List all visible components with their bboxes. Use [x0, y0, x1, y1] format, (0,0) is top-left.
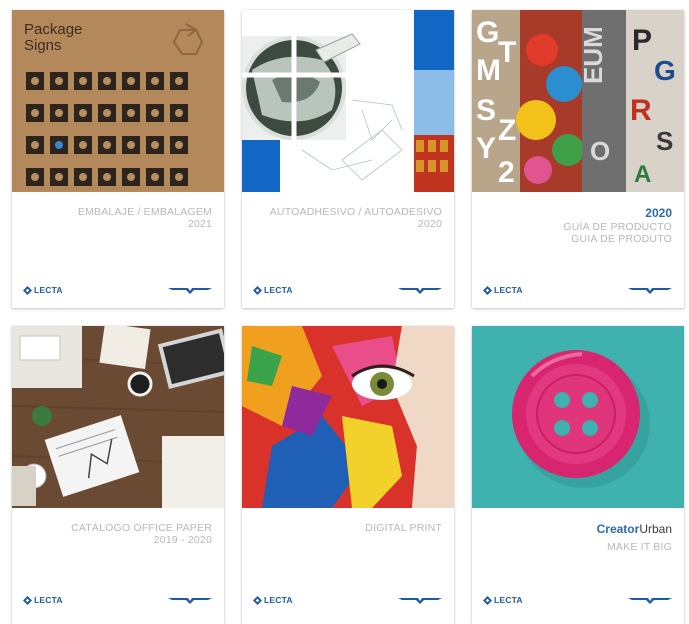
caption-line: 2020	[417, 218, 442, 230]
svg-text:A: A	[634, 161, 651, 188]
svg-text:2: 2	[498, 156, 515, 189]
lecta-logo-icon: LECTA	[483, 284, 523, 296]
catalog-caption: DIGITAL PRINT	[242, 522, 454, 534]
cover-painted-face	[242, 326, 454, 508]
catalog-caption: 2020 GUÍA DE PRODUCTO GUIA DE PRODUTO	[472, 206, 684, 245]
catalog-caption: EMBALAJE / EMBALAGEM 2021	[12, 206, 224, 230]
caption-line: AUTOADHESIVO / AUTOADESIVO	[269, 206, 442, 218]
svg-text:EUM: EUM	[578, 26, 608, 84]
cover-autoadhesivo	[242, 10, 454, 192]
svg-text:T: T	[498, 36, 516, 69]
svg-text:G: G	[654, 55, 676, 86]
catalog-card-digital-print[interactable]: DIGITAL PRINT LECTA	[242, 326, 454, 624]
catalog-card-embalaje[interactable]: Package Signs EMBALAJE / EMBALAGEM 2021 …	[12, 10, 224, 308]
cover-package-signs: Package Signs	[12, 10, 224, 192]
caption-line: MAKE IT BIG	[606, 541, 672, 553]
svg-text:P: P	[632, 24, 652, 57]
svg-text:S: S	[476, 94, 496, 127]
wings-logo-icon	[168, 288, 212, 294]
svg-text:S: S	[656, 126, 673, 156]
wings-logo-icon	[168, 598, 212, 604]
svg-text:G: G	[476, 16, 499, 49]
lecta-logo-icon: LECTA	[483, 594, 523, 606]
caption-line: CATÁLOGO OFFICE PAPER	[71, 522, 212, 534]
catalog-card-autoadhesivo[interactable]: AUTOADHESIVO / AUTOADESIVO 2020 LECTA	[242, 10, 454, 308]
wings-logo-icon	[398, 288, 442, 294]
catalog-caption: AUTOADHESIVO / AUTOADESIVO 2020	[242, 206, 454, 230]
caption-line: GUÍA DE PRODUCTO	[563, 221, 672, 233]
lecta-logo-icon: LECTA	[23, 594, 63, 606]
catalog-card-creator-urban[interactable]: CreatorUrban MAKE IT BIG LECTA	[472, 326, 684, 624]
wings-logo-icon	[398, 598, 442, 604]
lecta-logo-icon: LECTA	[253, 284, 293, 296]
catalog-caption: CreatorUrban MAKE IT BIG	[472, 522, 684, 553]
catalog-card-guia-producto[interactable]: GMSY TZ2 EUM O P G R S A 2020 GUÍA DE PR…	[472, 10, 684, 308]
svg-text:O: O	[590, 136, 610, 166]
catalog-card-office-paper[interactable]: CATÁLOGO OFFICE PAPER 2019 - 2020 LECTA	[12, 326, 224, 624]
cover-pink-button	[472, 326, 684, 508]
cover-letters: GMSY TZ2 EUM O P G R S A	[472, 10, 684, 192]
catalog-caption: CATÁLOGO OFFICE PAPER 2019 - 2020	[12, 522, 224, 546]
svg-text:R: R	[630, 94, 652, 127]
brand-name: CreatorUrban	[596, 522, 672, 536]
svg-text:Z: Z	[498, 114, 516, 147]
cover-title: Package Signs	[24, 21, 83, 54]
cover-office-desk	[12, 326, 224, 508]
caption-line: GUIA DE PRODUTO	[571, 233, 672, 245]
caption-line: 2021	[187, 218, 212, 230]
lecta-logo-icon: LECTA	[23, 284, 63, 296]
caption-line: DIGITAL PRINT	[365, 522, 442, 534]
lecta-logo-icon: LECTA	[253, 594, 293, 606]
svg-text:Y: Y	[476, 132, 496, 165]
wings-logo-icon	[628, 288, 672, 294]
caption-year: 2020	[645, 206, 672, 220]
wings-logo-icon	[628, 598, 672, 604]
caption-line: EMBALAJE / EMBALAGEM	[77, 206, 212, 218]
caption-line: 2019 - 2020	[153, 534, 212, 546]
